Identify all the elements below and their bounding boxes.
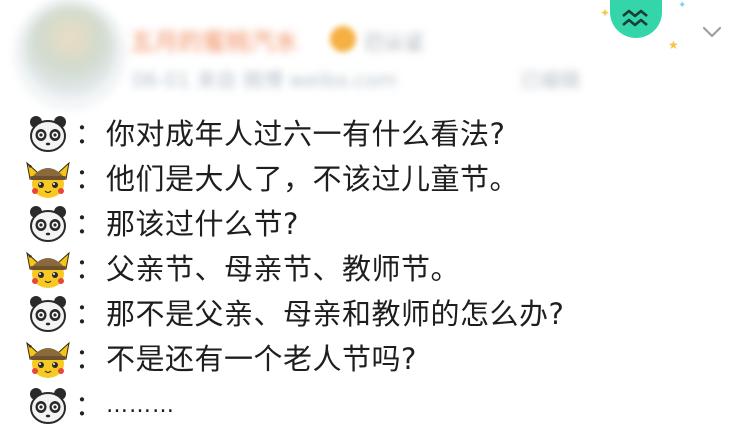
detective-pikachu-icon xyxy=(26,247,70,291)
speaker-separator: ： xyxy=(74,162,103,195)
user-tag: 已认证 xyxy=(364,30,424,54)
dialogue-line: ： 他们是大人了，不该过儿童节。 xyxy=(26,157,746,201)
detective-pikachu-icon xyxy=(26,337,70,381)
dialogue-text: 父亲节、母亲节、教师节。 xyxy=(106,252,461,286)
chevron-down-icon[interactable] xyxy=(700,20,724,44)
speaker-separator: ： xyxy=(74,207,103,240)
post-meta-secondary: 已编辑 xyxy=(520,68,580,92)
dialogue-text: ……… xyxy=(106,393,175,418)
aquarius-zodiac-icon xyxy=(610,0,662,38)
detective-pikachu-icon xyxy=(26,157,70,201)
dialogue-line: ： 那不是父亲、母亲和教师的怎么办? xyxy=(26,292,746,336)
post-meta: 06-01 来自 微博 weibo.com xyxy=(132,68,398,92)
speaker-separator: ： xyxy=(74,297,103,330)
speaker-separator: ： xyxy=(74,342,103,375)
panda-face-icon xyxy=(26,112,70,156)
dialogue-text: 你对成年人过六一有什么看法? xyxy=(106,117,506,151)
dialogue-line: ： 不是还有一个老人节吗? xyxy=(26,337,746,381)
sparkle-icon: ★ xyxy=(668,38,679,52)
speaker-separator: ： xyxy=(74,389,103,422)
post-header: 五月的蜜桃汽水 已认证 06-01 来自 微博 weibo.com 已编辑 ✦ … xyxy=(0,0,750,110)
sparkle-icon: ✦ xyxy=(678,0,687,11)
dialogue-line: ： 那该过什么节? xyxy=(26,202,746,246)
dialogue-text: 那不是父亲、母亲和教师的怎么办? xyxy=(106,297,565,331)
dialogue-text: 他们是大人了，不该过儿童节。 xyxy=(106,162,520,196)
speaker-separator: ： xyxy=(74,117,103,150)
avatar[interactable] xyxy=(22,4,118,100)
verified-badge-icon xyxy=(330,26,356,52)
dialogue-text: 不是还有一个老人节吗? xyxy=(106,342,417,376)
panda-face-icon xyxy=(26,202,70,246)
dialogue-line: ： 父亲节、母亲节、教师节。 xyxy=(26,247,746,291)
dialogue-line: ： ……… xyxy=(26,384,746,428)
username[interactable]: 五月的蜜桃汽水 xyxy=(130,22,298,57)
sparkle-icon: ✦ xyxy=(600,6,611,20)
dialogue-line: ： 你对成年人过六一有什么看法? xyxy=(26,112,746,156)
panda-face-icon xyxy=(26,384,70,428)
speaker-separator: ： xyxy=(74,252,103,285)
dialogue-text: 那该过什么节? xyxy=(106,207,299,241)
panda-face-icon xyxy=(26,292,70,336)
